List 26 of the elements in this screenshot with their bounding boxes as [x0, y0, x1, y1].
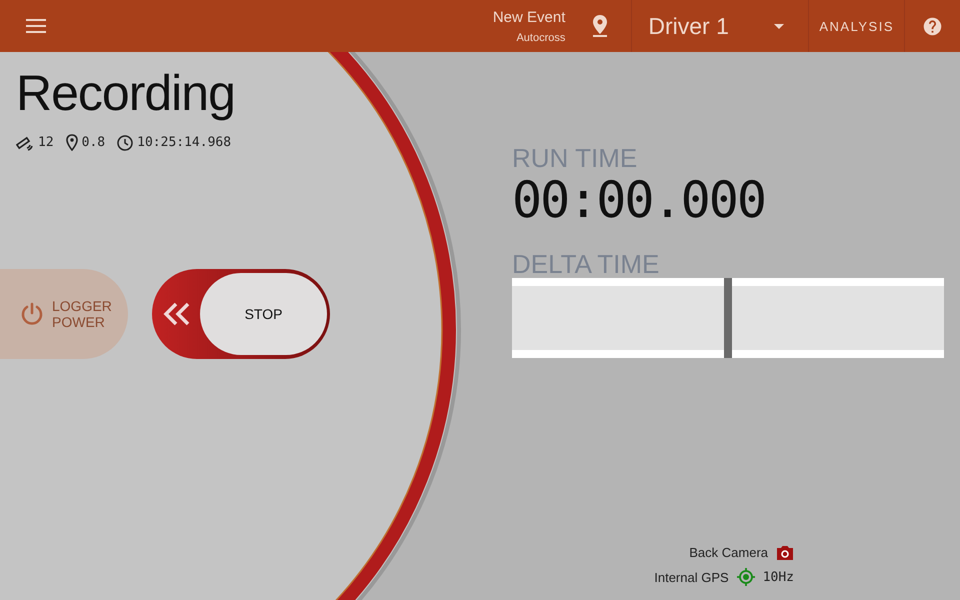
crosshair-icon — [736, 568, 755, 586]
satellite-count: 12 — [38, 135, 54, 150]
clock-time: 10:25:14.968 — [137, 135, 232, 150]
help-icon — [922, 16, 943, 36]
run-time-value: 00:00.000 — [512, 172, 766, 228]
driver-dropdown[interactable]: Driver 1 — [632, 0, 808, 52]
map-pin-icon — [66, 134, 78, 151]
caret-icon — [774, 24, 784, 28]
event-type: Autocross — [516, 32, 566, 44]
device-name: Internal GPS — [654, 570, 729, 584]
device-name: Back Camera — [689, 545, 768, 560]
event-name: New Event — [492, 8, 566, 26]
clock-icon — [117, 134, 134, 150]
gps-rate: 10Hz — [762, 570, 794, 584]
camera-icon — [776, 545, 794, 560]
recording-title: Recording — [16, 64, 236, 122]
power-icon — [20, 302, 44, 326]
run-time-label: RUN TIME — [512, 144, 638, 172]
stop-button[interactable]: STOP — [152, 269, 330, 359]
map-pin-icon — [592, 15, 608, 37]
gps-accuracy: 0.8 — [82, 135, 106, 150]
double-chevron-icon — [162, 302, 192, 326]
analysis-button[interactable]: ANALYSIS — [809, 0, 904, 52]
menu-icon — [26, 19, 46, 33]
delta-time-label: DELTA TIME — [512, 250, 660, 278]
satellite-icon — [16, 134, 34, 150]
